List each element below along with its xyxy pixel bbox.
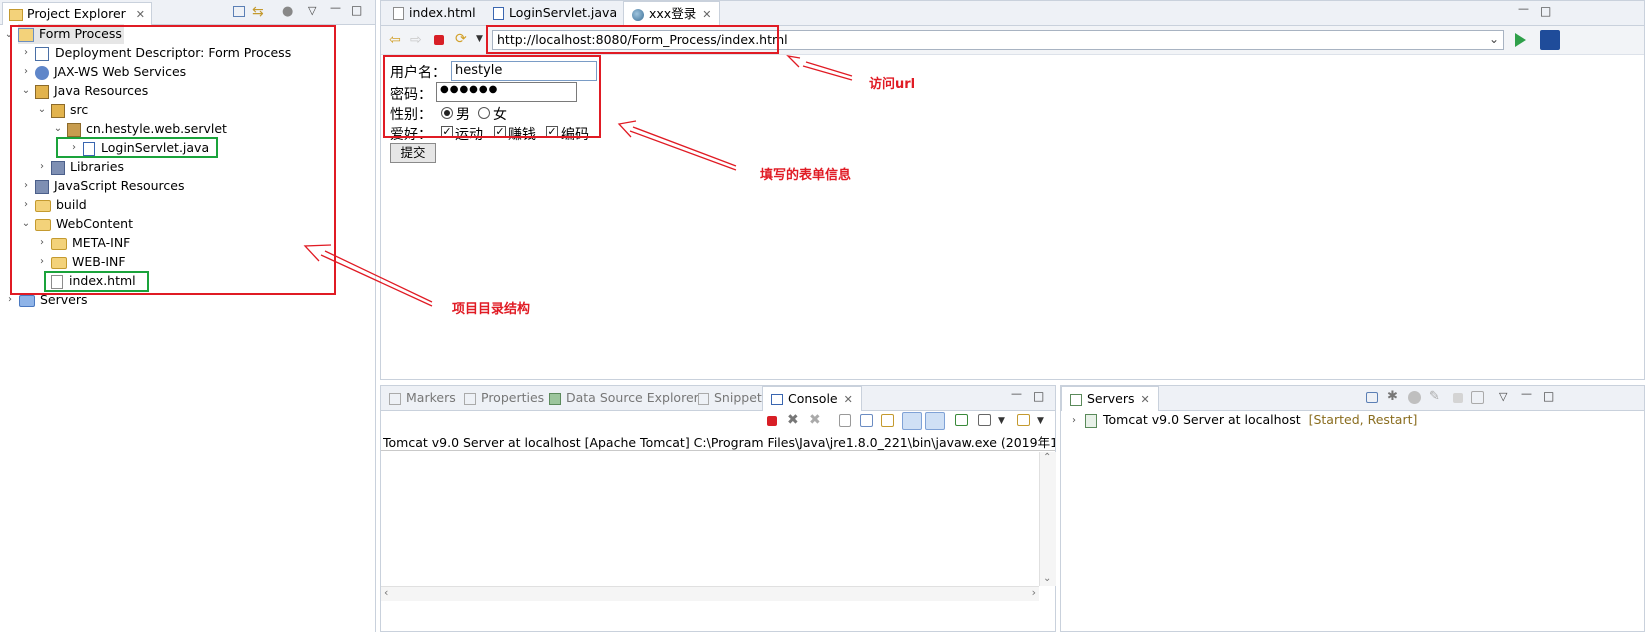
start-server-icon[interactable] <box>1408 391 1421 404</box>
console-process-line: Tomcat v9.0 Server at localhost [Apache … <box>383 435 1055 450</box>
server-entry-tomcat[interactable]: Tomcat v9.0 Server at localhost [Started… <box>1085 410 1417 430</box>
word-wrap-icon[interactable] <box>881 414 894 427</box>
servers-panel: Servers ✕ ✱ ✎ ▽ — □ › Tomcat v9.0 Server … <box>1060 385 1645 632</box>
minimize-icon[interactable]: — <box>1518 2 1529 15</box>
submit-button[interactable]: 提交 <box>390 143 436 163</box>
scroll-up-icon[interactable]: ⌃ <box>1043 452 1051 463</box>
link-editor-icon[interactable]: ⇆ <box>252 4 264 20</box>
html-file-icon <box>393 7 404 20</box>
data-source-icon <box>549 392 561 405</box>
back-icon[interactable]: ⇦ <box>389 32 401 48</box>
chevron-down-icon[interactable]: ▼ <box>476 34 483 44</box>
submit-label: 提交 <box>400 145 426 160</box>
close-icon[interactable]: ✕ <box>136 8 145 21</box>
collapse-all-icon[interactable] <box>233 6 245 17</box>
scroll-lock-icon[interactable] <box>860 414 873 427</box>
maximize-icon[interactable]: □ <box>1543 389 1554 403</box>
close-icon[interactable]: ✕ <box>844 393 853 406</box>
open-external-icon[interactable] <box>1540 30 1560 50</box>
close-icon[interactable]: ✕ <box>1141 393 1150 406</box>
project-explorer-tab[interactable]: Project Explorer ✕ <box>2 2 152 25</box>
tab-properties[interactable]: Properties <box>456 386 552 410</box>
url-highlight-box <box>486 25 779 54</box>
chevron-down-icon[interactable]: ⌄ <box>1489 32 1499 46</box>
profile-server-icon[interactable]: ✎ <box>1429 389 1440 404</box>
index-html-highlight-box <box>44 271 149 292</box>
tab-browser[interactable]: xxx登录 ✕ <box>623 1 721 26</box>
go-icon[interactable] <box>1515 33 1526 47</box>
maximize-icon[interactable]: □ <box>1033 389 1044 403</box>
minimize-icon[interactable]: — <box>1011 387 1022 400</box>
stop-server-icon[interactable] <box>1453 393 1463 403</box>
scroll-right-icon[interactable]: › <box>1032 586 1036 599</box>
tab-console[interactable]: Console ✕ <box>762 386 862 411</box>
maximize-icon[interactable]: □ <box>351 3 362 17</box>
servers-icon <box>1070 393 1082 406</box>
scroll-left-icon[interactable]: ‹ <box>384 586 388 599</box>
markers-icon <box>389 392 401 405</box>
java-file-icon <box>493 7 504 20</box>
tab-index-html[interactable]: index.html <box>385 1 484 25</box>
view-menu-icon[interactable]: ▽ <box>1499 390 1507 403</box>
tab-data-source-explorer[interactable]: Data Source Explorer <box>541 386 707 410</box>
stop-icon[interactable] <box>434 35 444 45</box>
annotation-url: 访问url <box>869 77 916 92</box>
console-icon <box>771 394 783 405</box>
pin-console-icon[interactable] <box>955 414 968 426</box>
forward-icon[interactable]: ⇨ <box>410 32 422 48</box>
remove-launch-icon[interactable]: ✖ <box>787 412 799 428</box>
chevron-right-icon[interactable]: › <box>1069 416 1079 426</box>
scroll-down-icon[interactable]: ⌄ <box>1043 573 1051 584</box>
chevron-down-icon[interactable]: ▼ <box>1037 416 1044 426</box>
view-menu-icon[interactable]: ▽ <box>308 4 316 17</box>
collapse-icon[interactable] <box>1366 392 1378 403</box>
terminate-icon[interactable] <box>767 416 777 426</box>
debug-server-icon[interactable]: ✱ <box>1387 389 1398 404</box>
publish-icon[interactable] <box>1471 391 1484 404</box>
tab-markers[interactable]: Markers <box>381 386 464 410</box>
tab-loginservlet[interactable]: LoginServlet.java <box>485 1 625 25</box>
filter-icon[interactable]: ● <box>282 4 293 19</box>
show-on-error-icon[interactable] <box>925 412 945 430</box>
snippets-icon <box>698 392 709 405</box>
minimize-icon[interactable]: — <box>1521 387 1532 400</box>
project-explorer-title: Project Explorer <box>27 6 126 21</box>
open-console-icon[interactable] <box>1017 414 1030 426</box>
servers-folder-icon <box>19 294 35 307</box>
properties-icon <box>464 392 476 405</box>
tab-servers[interactable]: Servers ✕ <box>1061 386 1159 411</box>
close-icon[interactable]: ✕ <box>702 8 711 21</box>
annotation-form: 填写的表单信息 <box>760 168 852 183</box>
console-panel: Markers Properties Data Source Explorer … <box>380 385 1056 632</box>
refresh-icon[interactable]: ⟳ <box>455 31 467 47</box>
remove-all-icon[interactable]: ✖ <box>809 412 821 428</box>
display-console-icon[interactable] <box>978 414 991 426</box>
chevron-down-icon[interactable]: ▼ <box>998 416 1005 426</box>
loginservlet-highlight-box <box>56 137 218 158</box>
tomcat-server-icon <box>1085 413 1097 428</box>
clear-console-icon[interactable] <box>839 414 851 427</box>
globe-icon <box>632 8 644 21</box>
console-vertical-scrollbar[interactable]: ⌃ ⌄ <box>1039 452 1056 586</box>
server-name: Tomcat v9.0 Server at localhost <box>1103 412 1301 427</box>
show-on-output-icon[interactable] <box>902 412 922 430</box>
maximize-icon[interactable]: □ <box>1540 4 1551 18</box>
tree-highlight-box <box>10 25 336 295</box>
form-highlight-box <box>383 55 601 138</box>
console-separator <box>381 450 1055 451</box>
project-explorer-icon <box>9 8 23 21</box>
annotation-structure: 项目目录结构 <box>452 302 531 317</box>
minimize-icon[interactable]: — <box>330 1 341 14</box>
console-horizontal-scrollbar[interactable]: ‹ › <box>381 586 1039 601</box>
chevron-right-icon[interactable]: › <box>5 295 15 305</box>
server-status: [Started, Restart] <box>1308 412 1418 427</box>
